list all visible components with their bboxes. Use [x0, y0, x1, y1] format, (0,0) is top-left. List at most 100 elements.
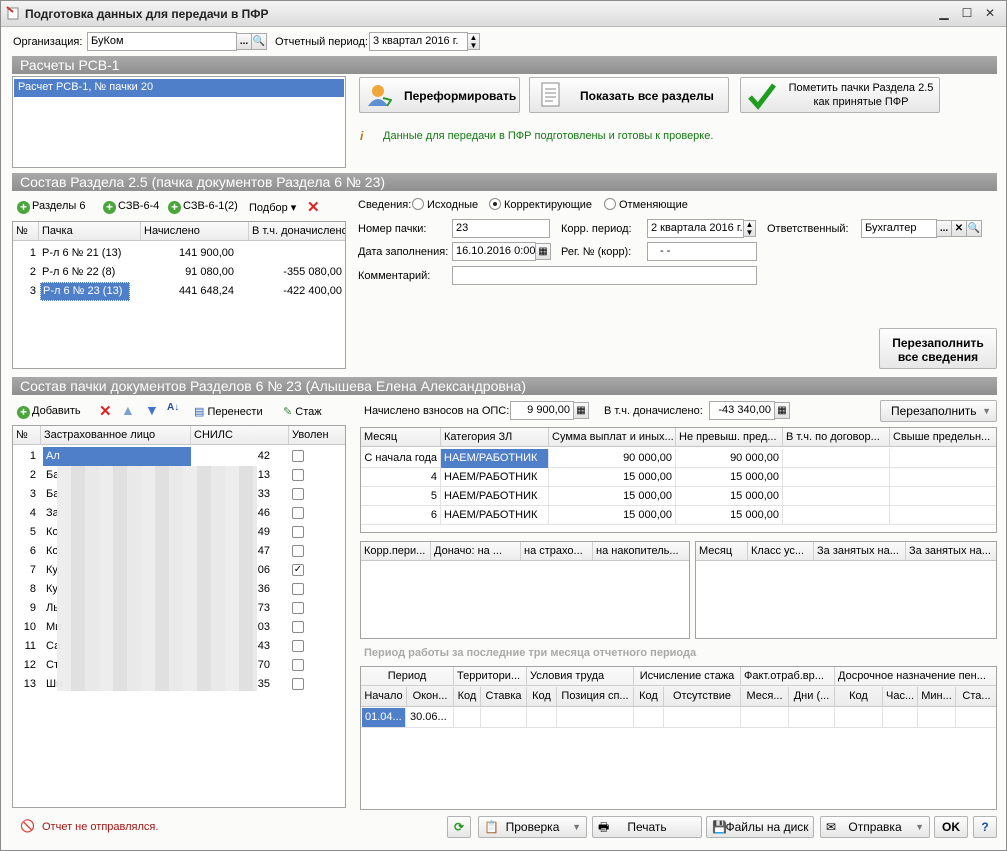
ops-field[interactable]: 9 900,00	[510, 401, 574, 420]
st-col-5[interactable]: Позиция сп...	[557, 687, 634, 706]
table-row[interactable]: 2 Р-л 6 № 22 (8) 91 080,00 -355 080,00	[13, 263, 345, 282]
add-button[interactable]: + Добавить	[17, 405, 81, 419]
col-occupied-2[interactable]: За занятых на...	[906, 542, 996, 561]
col-month[interactable]: Месяц	[361, 428, 441, 447]
table-row[interactable]: 6 НАЕМ/РАБОТНИК 15 000,00 15 000,00	[361, 506, 996, 525]
stazh-button[interactable]: ✎ Стаж	[283, 405, 322, 418]
send-button[interactable]: ✉ Отправка ▼	[820, 816, 930, 838]
help-icon[interactable]: ?	[973, 816, 997, 838]
delete-icon[interactable]: ✕	[99, 402, 112, 420]
table-row[interactable]: 1 Ал 42	[13, 447, 345, 466]
ops-calculator-icon[interactable]: ▦	[573, 402, 589, 419]
fired-checkbox[interactable]	[292, 469, 304, 481]
don-calculator-icon[interactable]: ▦	[774, 402, 790, 419]
fired-checkbox[interactable]	[292, 545, 304, 557]
st-col-11[interactable]: Час...	[883, 687, 918, 706]
st-col-1[interactable]: Окон...	[407, 687, 454, 706]
org-search-icon[interactable]: 🔍	[251, 33, 267, 50]
korr-period-field[interactable]: 2 квартала 2016 г.	[647, 219, 744, 238]
table-row[interactable]: 1 Р-л 6 № 21 (13) 141 900,00	[13, 244, 345, 263]
radio-cancel[interactable]	[604, 198, 616, 210]
fired-checkbox[interactable]	[292, 507, 304, 519]
col-contract[interactable]: В т.ч. по договор...	[783, 428, 890, 447]
show-sections-button[interactable]: Показать все разделы	[529, 77, 729, 113]
fired-checkbox[interactable]	[292, 621, 304, 633]
st-col-13[interactable]: Ста...	[956, 687, 996, 706]
refill-button[interactable]: Перезаполнить ▼	[880, 400, 997, 422]
st-col-10[interactable]: Код	[835, 687, 883, 706]
col-num[interactable]: №	[13, 426, 41, 445]
st-col-3[interactable]: Ставка	[481, 687, 527, 706]
radio-corrective[interactable]	[489, 198, 501, 210]
fired-checkbox[interactable]	[292, 602, 304, 614]
don-field[interactable]: -43 340,00	[709, 401, 775, 420]
reform-button[interactable]: Переформировать	[359, 77, 520, 113]
col-category[interactable]: Категория ЗЛ	[441, 428, 549, 447]
col-korr-period[interactable]: Корр.пери...	[361, 542, 431, 561]
responsible-select-button[interactable]: ...	[936, 220, 952, 237]
col-num[interactable]: №	[13, 222, 39, 241]
sections6-button[interactable]: + Разделы 6	[17, 200, 85, 214]
files-button[interactable]: 💾 Файлы на диск	[706, 816, 814, 838]
transfer-button[interactable]: ▤ Перенести	[194, 405, 263, 418]
col-donach[interactable]: Доначо: на ...	[431, 542, 521, 561]
fired-checkbox[interactable]	[292, 488, 304, 500]
st-col-9[interactable]: Дни (...	[789, 687, 835, 706]
col-payments[interactable]: Сумма выплат и иных...	[549, 428, 676, 447]
table-row[interactable]: С начала года НАЕМ/РАБОТНИК 90 000,00 90…	[361, 449, 996, 468]
clear-icon[interactable]: ✕	[951, 220, 967, 237]
col-snils[interactable]: СНИЛС	[191, 426, 289, 445]
period-field[interactable]: 3 квартал 2016 г.	[369, 32, 468, 51]
st-col-6[interactable]: Код	[634, 687, 664, 706]
szv612-button[interactable]: + СЗВ-6-1(2)	[168, 200, 238, 214]
szv64-button[interactable]: + СЗВ-6-4	[103, 200, 159, 214]
calendar-icon[interactable]: ▦	[535, 243, 551, 260]
col-class[interactable]: Класс ус...	[748, 542, 814, 561]
fired-checkbox[interactable]	[292, 678, 304, 690]
col-over[interactable]: Свыше предельн...	[890, 428, 996, 447]
table-row[interactable]: 4 НАЕМ/РАБОТНИК 15 000,00 15 000,00	[361, 468, 996, 487]
fired-checkbox[interactable]	[292, 640, 304, 652]
table-row[interactable]: 3 Р-л 6 № 23 (13) 441 648,24 -422 400,00	[13, 282, 345, 301]
print-button[interactable]: 🖶 Печать	[592, 816, 702, 838]
comment-field[interactable]	[452, 266, 757, 285]
col-occupied-1[interactable]: За занятых на...	[814, 542, 906, 561]
end-cell[interactable]: 30.06...	[407, 708, 454, 727]
st-col-12[interactable]: Мин...	[918, 687, 956, 706]
st-col-8[interactable]: Меся...	[741, 687, 789, 706]
sort-icon[interactable]: А↓	[167, 402, 179, 413]
period-spin-icon[interactable]: ▲ ▼	[467, 33, 480, 50]
col-accum[interactable]: на накопитель...	[593, 542, 689, 561]
ok-button[interactable]: OK	[934, 816, 968, 838]
pack-num-field[interactable]: 23	[452, 219, 550, 238]
col-limit[interactable]: Не превыш. пред...	[676, 428, 783, 447]
col-dop-month[interactable]: Месяц	[696, 542, 748, 561]
fired-checkbox[interactable]	[292, 450, 304, 462]
reg-num-field[interactable]: - -	[647, 242, 757, 261]
delete-icon[interactable]: ✕	[307, 198, 320, 216]
table-row[interactable]: 01.04... 30.06...	[361, 708, 996, 728]
rsv-list-item[interactable]: Расчет РСВ-1, № пачки 20	[14, 79, 344, 97]
org-field[interactable]: БуКом	[87, 32, 237, 51]
move-down-icon[interactable]: ▼	[145, 402, 159, 418]
podbor-button[interactable]: Подбор ▾	[249, 201, 296, 214]
responsible-search-icon[interactable]: 🔍	[966, 220, 982, 237]
st-col-7[interactable]: Отсутствие	[664, 687, 741, 706]
refill-all-button[interactable]: Перезаполнить все сведения	[879, 328, 997, 369]
st-col-4[interactable]: Код	[527, 687, 557, 706]
col-fired[interactable]: Уволен	[289, 426, 345, 445]
col-accrued[interactable]: Начислено	[141, 222, 249, 241]
date-field[interactable]: 16.10.2016 0:00	[452, 242, 536, 261]
move-up-icon[interactable]: ▲	[121, 402, 135, 418]
responsible-field[interactable]: Бухгалтер	[861, 219, 937, 238]
radio-initial[interactable]	[412, 198, 424, 210]
korr-spin-icon[interactable]: ▲ ▼	[743, 220, 756, 237]
col-pack[interactable]: Пачка	[39, 222, 141, 241]
col-person[interactable]: Застрахованное лицо	[41, 426, 191, 445]
minimize-icon[interactable]: ▁	[936, 6, 952, 20]
mark-accepted-button[interactable]: Пометить пачки Раздела 2.5 как принятые …	[740, 77, 940, 113]
fired-checkbox[interactable]	[292, 659, 304, 671]
refresh-icon[interactable]: ⟳	[447, 816, 471, 838]
st-col-0[interactable]: Начало	[361, 687, 407, 706]
col-extra[interactable]: В т.ч. доначислено	[249, 222, 345, 241]
